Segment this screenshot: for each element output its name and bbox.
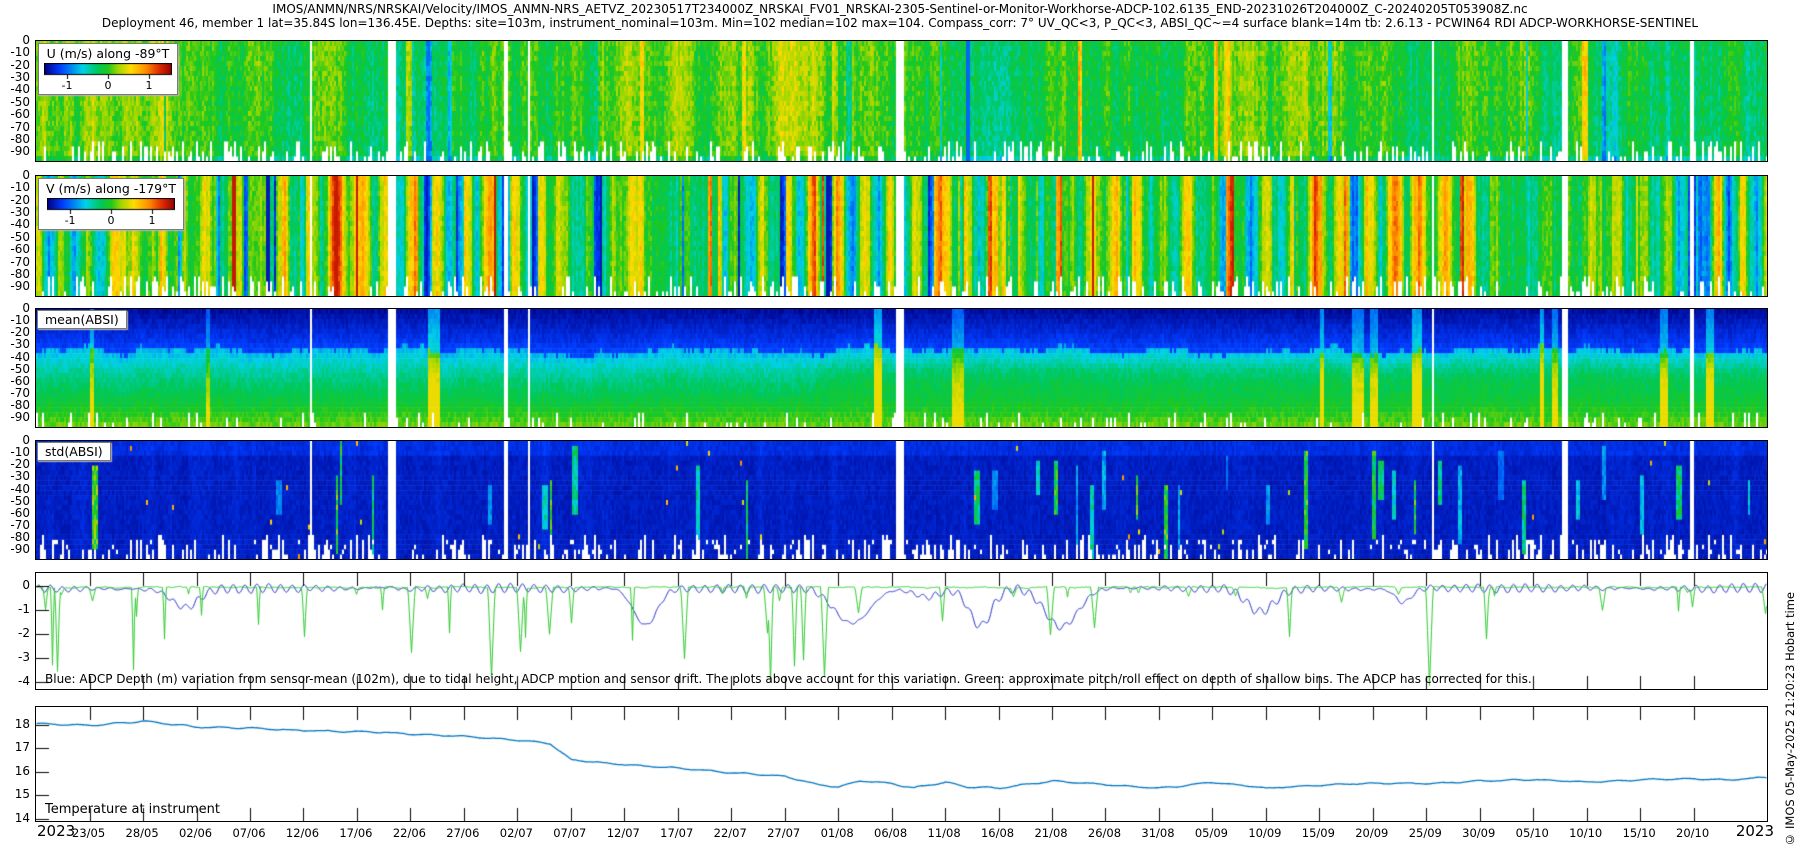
x-tick-label: 27/06 [446, 826, 480, 840]
x-tick-label: 10/09 [1248, 826, 1282, 840]
x-tick-label: 30/09 [1462, 826, 1496, 840]
y-tick-label: 15 [14, 787, 30, 802]
x-tick-label: 17/07 [660, 826, 694, 840]
x-tick-label: 16/08 [980, 826, 1015, 840]
y-tick-label: -90 [10, 279, 30, 294]
x-tick-label: 25/09 [1408, 826, 1442, 840]
colorbar-tick-label: 0 [104, 79, 112, 92]
x-tick-label: 28/05 [125, 826, 159, 840]
mean-absi-heatmap [36, 309, 1767, 427]
colorbar-tick-label: 1 [148, 214, 156, 227]
depth-variation-annotation: Blue: ADCP Depth (m) variation from sens… [45, 672, 1532, 686]
year-label-right: 2023 [1735, 822, 1774, 840]
x-tick-label: 27/07 [767, 826, 801, 840]
x-tick-label: 02/06 [178, 826, 213, 840]
x-tick-label: 05/10 [1515, 826, 1549, 840]
x-tick-label: 07/06 [232, 826, 266, 840]
y-tick-label: -2 [18, 625, 30, 640]
y-tick-label: -90 [10, 410, 30, 425]
y-tick-label: 17 [14, 740, 30, 755]
y-tick-label: 0 [22, 578, 30, 593]
x-tick-label: 31/08 [1141, 826, 1175, 840]
x-tick-label: 17/06 [339, 826, 373, 840]
x-tick-label: 02/07 [499, 826, 533, 840]
x-tick-label: 05/09 [1194, 826, 1228, 840]
year-label-left: 2023 [37, 822, 76, 840]
std-absi-panel: std(ABSI) [35, 440, 1768, 560]
mean-absi-label: mean(ABSI) [37, 310, 127, 329]
v-velocity-heatmap [36, 176, 1767, 296]
x-tick-label: 22/07 [713, 826, 747, 840]
y-tick-label: -4 [18, 673, 30, 688]
colorbar-tick-label: -1 [64, 214, 76, 227]
colorbar-tick-label: -1 [61, 79, 73, 92]
x-tick-label: 21/08 [1034, 826, 1068, 840]
v-colorbar-ticks: -1 0 1 [47, 214, 175, 227]
v-colorbar-legend: V (m/s) along -179°T -1 0 1 [38, 178, 185, 230]
u-colorbar-legend: U (m/s) along -89°T -1 0 1 [38, 43, 178, 95]
x-tick-label: 15/10 [1622, 826, 1656, 840]
u-colorbar-ticks: -1 0 1 [44, 79, 172, 92]
v-velocity-panel: V (m/s) along -179°T -1 0 1 [35, 175, 1768, 297]
temperature-panel: Temperature at instrument [35, 706, 1768, 822]
deployment-subtitle: Deployment 46, member 1 lat=35.84S lon=1… [101, 16, 1699, 30]
mean-absi-panel: mean(ABSI) [35, 308, 1768, 428]
depth-variation-panel: Blue: ADCP Depth (m) variation from sens… [35, 572, 1768, 690]
y-tick-label: 18 [14, 716, 30, 731]
x-tick-label: 22/06 [392, 826, 426, 840]
y-tick-label: -3 [18, 649, 30, 664]
x-tick-label: 26/08 [1087, 826, 1122, 840]
x-tick-label: 20/09 [1355, 826, 1389, 840]
std-absi-label: std(ABSI) [37, 442, 111, 461]
x-tick-label: 12/06 [285, 826, 320, 840]
colorbar-tick-label: 0 [107, 214, 115, 227]
x-tick-label: 10/10 [1569, 826, 1603, 840]
x-tick-label: 20/10 [1676, 826, 1710, 840]
y-tick-label: -1 [18, 602, 30, 617]
y-tick-label: 16 [14, 763, 30, 778]
x-tick-label: 12/07 [606, 826, 640, 840]
y-tick-label: 14 [14, 810, 30, 825]
u-velocity-panel: U (m/s) along -89°T -1 0 1 [35, 40, 1768, 162]
y-tick-label: -90 [10, 542, 30, 557]
temperature-line [36, 707, 1767, 821]
x-tick-label: 07/07 [553, 826, 587, 840]
x-tick-label: 11/08 [927, 826, 961, 840]
y-tick-label: -90 [10, 144, 30, 159]
u-legend-title: U (m/s) along -89°T [46, 46, 170, 61]
colorbar-tick-label: 1 [145, 79, 153, 92]
x-tick-label: 01/08 [820, 826, 854, 840]
v-legend-title: V (m/s) along -179°T [46, 181, 177, 196]
u-velocity-heatmap [36, 41, 1767, 161]
v-colorbar [47, 198, 176, 214]
std-absi-heatmap [36, 441, 1767, 559]
imos-copyright-vertical: © IMOS 05-May-2025 21:20:23 Hobart time [1783, 592, 1797, 847]
x-tick-label: 15/09 [1301, 826, 1335, 840]
u-colorbar [44, 63, 172, 79]
temperature-label: Temperature at instrument [45, 802, 220, 817]
file-title: IMOS/ANMN/NRS/NRSKAI/Velocity/IMOS_ANMN-… [272, 2, 1528, 16]
x-tick-label: 06/08 [874, 826, 908, 840]
